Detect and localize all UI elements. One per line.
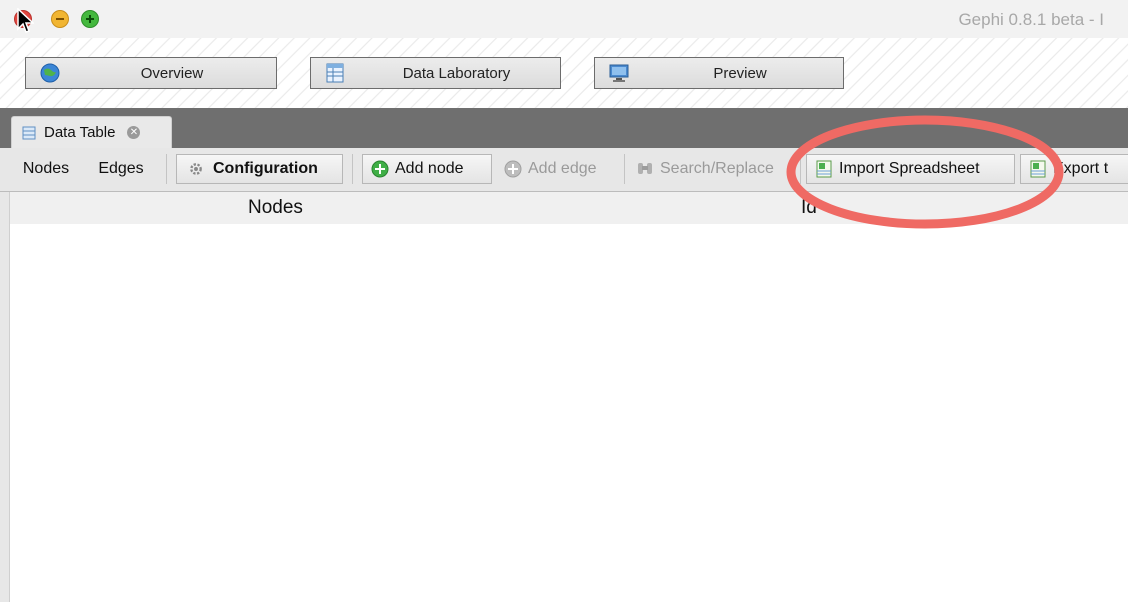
data-table-toolbar: Nodes Edges Configuration Add node Add e… [0, 148, 1128, 192]
minimize-window-button[interactable] [51, 10, 69, 28]
tab-data-table[interactable]: Data Table ✕ [11, 116, 172, 148]
data-laboratory-button[interactable]: Data Laboratory [310, 57, 561, 89]
import-spreadsheet-label: Import Spreadsheet [839, 160, 980, 177]
toolbar-separator [624, 154, 625, 184]
workspace-switcher: Overview Data Laboratory Preview [0, 38, 1128, 108]
toolbar-separator [800, 154, 801, 184]
add-node-button[interactable]: Add node [362, 154, 492, 184]
edges-toggle[interactable]: Edges [86, 154, 156, 184]
add-gray-icon [504, 160, 522, 178]
mouse-cursor-icon [17, 8, 34, 33]
export-table-button[interactable]: Export t [1020, 154, 1128, 184]
column-header-nodes[interactable]: Nodes [248, 197, 303, 219]
add-edge-button[interactable]: Add edge [496, 154, 620, 184]
close-tab-icon[interactable]: ✕ [127, 126, 141, 139]
spreadsheet-import-icon [816, 160, 832, 178]
data-laboratory-label: Data Laboratory [402, 64, 511, 82]
search-replace-button[interactable]: Search/Replace [628, 154, 794, 184]
preview-label: Preview [713, 64, 767, 82]
configuration-label: Configuration [213, 160, 318, 177]
export-table-label: Export t [1053, 160, 1109, 177]
add-green-icon [371, 160, 389, 178]
window-title: Gephi 0.8.1 beta - I [958, 10, 1104, 29]
preview-button[interactable]: Preview [594, 57, 844, 89]
overview-button[interactable]: Overview [25, 57, 277, 89]
import-spreadsheet-button[interactable]: Import Spreadsheet [806, 154, 1015, 184]
table-body [10, 224, 1128, 602]
nodes-toggle[interactable]: Nodes [12, 154, 80, 184]
tab-label: Data Table [44, 124, 116, 141]
toolbar-separator [352, 154, 353, 184]
gear-icon [190, 163, 202, 175]
left-panel-edge [0, 148, 10, 602]
spreadsheet-export-icon [1030, 160, 1046, 178]
configuration-button[interactable]: Configuration [176, 154, 343, 184]
monitor-icon [609, 64, 629, 82]
add-edge-label: Add edge [528, 160, 597, 177]
search-replace-label: Search/Replace [660, 160, 774, 177]
table-icon [22, 126, 36, 139]
overview-label: Overview [140, 64, 204, 82]
edges-toggle-label: Edges [98, 160, 144, 177]
spreadsheet-icon [326, 63, 344, 83]
table-header: Nodes Id [10, 192, 1128, 224]
toolbar-separator [166, 154, 167, 184]
column-header-id[interactable]: Id [801, 197, 817, 219]
window-titlebar: Gephi 0.8.1 beta - I [0, 0, 1128, 38]
nodes-toggle-label: Nodes [22, 160, 70, 177]
maximize-window-button[interactable] [81, 10, 99, 28]
add-node-label: Add node [395, 160, 464, 177]
tab-bar: Data Table ✕ [0, 108, 1128, 148]
binoculars-icon [638, 163, 652, 174]
globe-icon [40, 63, 60, 83]
